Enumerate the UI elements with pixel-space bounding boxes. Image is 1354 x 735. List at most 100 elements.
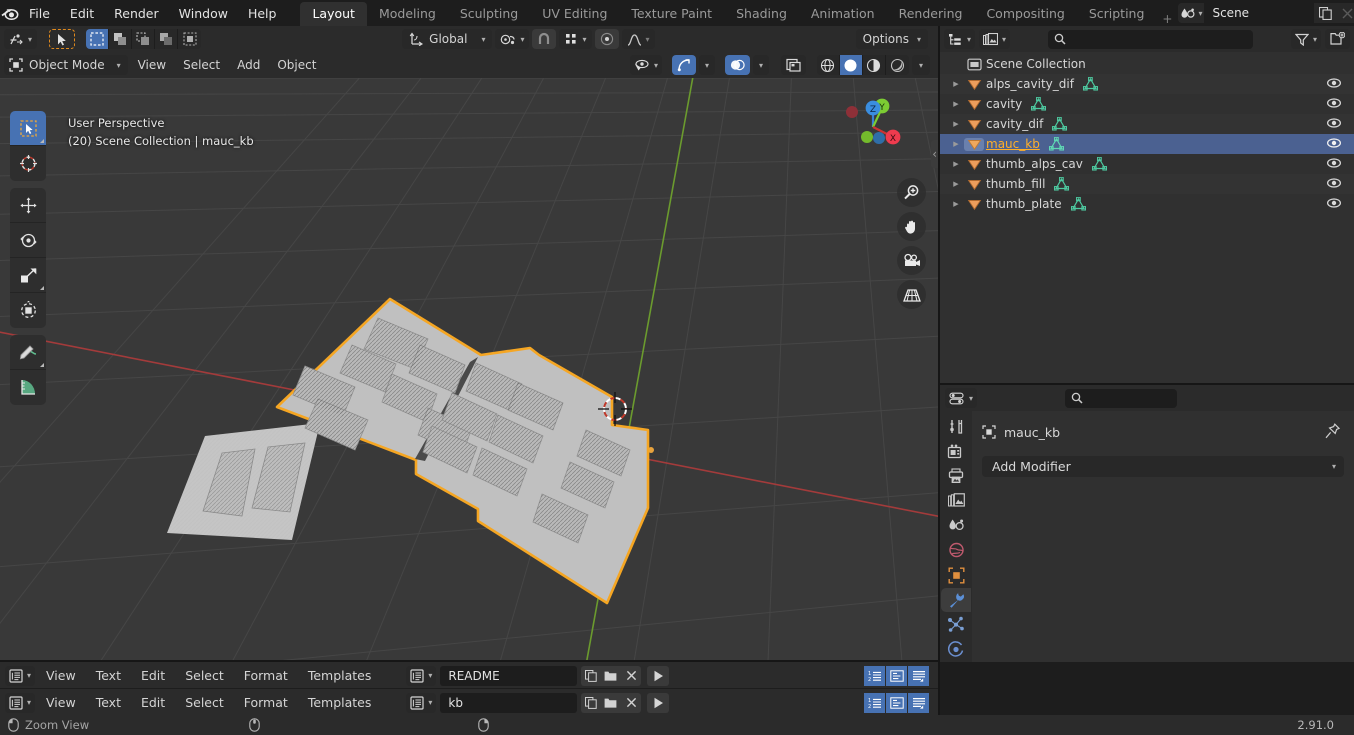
close-icon[interactable]	[1336, 3, 1354, 23]
viewport-menu-select[interactable]: Select	[176, 55, 227, 75]
text-editor-2-menu-templates[interactable]: Templates	[299, 693, 381, 713]
disclosure-triangle[interactable]: ▶	[948, 100, 964, 108]
tab-rendering[interactable]: Rendering	[887, 2, 975, 26]
move-tool-icon[interactable]	[10, 188, 46, 223]
tab-layout[interactable]: Layout	[300, 2, 367, 26]
select-difference-icon[interactable]	[178, 29, 202, 49]
text-editor-2-menu-view[interactable]: View	[37, 693, 85, 713]
menu-render[interactable]: Render	[104, 0, 169, 26]
visibility-eye-icon[interactable]	[1326, 136, 1342, 150]
tool-tab-icon[interactable]	[941, 415, 971, 439]
annotate-tool-icon[interactable]	[10, 335, 46, 370]
snap-increment-dropdown[interactable]: ▾	[559, 29, 592, 49]
text-editor-2-menu-text[interactable]: Text	[87, 693, 130, 713]
syntax-highlight-icon[interactable]	[908, 692, 929, 713]
viewport-menu-object[interactable]: Object	[270, 55, 323, 75]
mesh-data-icon[interactable]	[1052, 117, 1068, 131]
new-collection-icon[interactable]	[1325, 29, 1350, 49]
menu-help[interactable]: Help	[238, 0, 287, 26]
text-editor-1-filename[interactable]: README	[440, 665, 578, 686]
panel-divider-outliner-properties[interactable]	[940, 383, 1354, 385]
disclosure-triangle[interactable]: ▶	[948, 180, 964, 188]
viewport-options-dropdown[interactable]: Options ▾	[855, 29, 928, 49]
tab-compositing[interactable]: Compositing	[974, 2, 1076, 26]
blender-logo-icon[interactable]	[0, 0, 19, 26]
output-tab-icon[interactable]	[941, 464, 971, 488]
text-editor-1-menu-text[interactable]: Text	[87, 666, 130, 686]
toggle-xray-button[interactable]	[780, 55, 806, 75]
outliner-item-alps-cavity-dif[interactable]: ▶ alps_cavity_dif	[940, 74, 1354, 94]
add-workspace-button[interactable]: +	[1156, 12, 1178, 26]
solid-shading-icon[interactable]	[839, 55, 863, 75]
magnet-icon[interactable]	[532, 29, 557, 49]
menu-file[interactable]: File	[19, 0, 60, 26]
tab-texture-paint[interactable]: Texture Paint	[619, 2, 724, 26]
disclosure-triangle[interactable]: ▶	[948, 120, 964, 128]
camera-view-icon[interactable]	[897, 246, 926, 275]
duplicate-icon[interactable]	[581, 665, 602, 686]
select-mode-group[interactable]	[86, 29, 202, 49]
gizmo-toggle-button[interactable]	[671, 55, 696, 75]
visibility-eye-icon[interactable]	[1326, 96, 1342, 110]
tab-animation[interactable]: Animation	[799, 2, 887, 26]
select-subtract-icon[interactable]	[132, 29, 156, 49]
physics-tab-icon[interactable]	[941, 637, 971, 661]
disclosure-triangle[interactable]: ▶	[948, 140, 964, 148]
outliner-item-thumb-alps-cav[interactable]: ▶ thumb_alps_cav	[940, 154, 1354, 174]
mesh-data-icon[interactable]	[1091, 157, 1107, 171]
outliner-scene-collection-row[interactable]: Scene Collection	[940, 54, 1354, 74]
outliner-item-cavity-dif[interactable]: ▶ cavity_dif	[940, 114, 1354, 134]
overlays-dropdown[interactable]: ▾	[752, 55, 769, 75]
syntax-highlight-icon[interactable]	[908, 665, 929, 686]
tab-modeling[interactable]: Modeling	[367, 2, 448, 26]
text-editor-2-filename[interactable]: kb	[440, 692, 578, 713]
scene-selector[interactable]: ▾ Scene	[1178, 3, 1354, 23]
transform-tool-icon[interactable]	[10, 293, 46, 328]
text-editor-1-menu-view[interactable]: View	[37, 666, 85, 686]
object-tab-icon[interactable]	[941, 563, 971, 587]
word-wrap-icon[interactable]	[886, 665, 907, 686]
word-wrap-icon[interactable]	[886, 692, 907, 713]
viewport-navigation-gizmo[interactable]: Y Z X	[836, 90, 910, 164]
visibility-eye-icon[interactable]	[1326, 176, 1342, 190]
close-icon[interactable]	[621, 692, 642, 713]
panel-divider-vertical[interactable]	[938, 26, 940, 715]
scene-name[interactable]: Scene	[1204, 3, 1315, 23]
select-box-icon[interactable]	[86, 29, 110, 49]
viewport-menu-add[interactable]: Add	[230, 55, 267, 75]
mesh-data-icon[interactable]	[1082, 77, 1098, 91]
mesh-data-icon[interactable]	[1054, 177, 1070, 191]
outliner-item-mauc-kb[interactable]: ▶ mauc_kb	[940, 134, 1354, 154]
text-datablock-icon[interactable]: ▾	[406, 692, 437, 713]
overlays-toggle-button[interactable]	[724, 55, 750, 75]
outliner-item-thumb-plate[interactable]: ▶ thumb_plate	[940, 194, 1354, 214]
run-script-button[interactable]	[647, 692, 670, 713]
filter-funnel-icon[interactable]: ▾	[1290, 29, 1321, 49]
mesh-data-icon[interactable]	[1070, 197, 1086, 211]
object-mode-dropdown[interactable]: Object Mode ▾	[4, 55, 128, 75]
cursor-tool-icon[interactable]	[10, 146, 46, 181]
text-editor-2-menu-select[interactable]: Select	[176, 693, 233, 713]
duplicate-icon[interactable]	[581, 692, 602, 713]
panel-divider-viewport-text[interactable]	[0, 660, 938, 662]
pivot-point-dropdown[interactable]: ▾	[495, 29, 530, 49]
toggle-perspective-icon[interactable]	[897, 280, 926, 309]
mesh-data-icon[interactable]	[1031, 97, 1047, 111]
tab-scripting[interactable]: Scripting	[1077, 2, 1157, 26]
rendered-shading-icon[interactable]	[885, 55, 909, 75]
outliner-item-thumb-fill[interactable]: ▶ thumb_fill	[940, 174, 1354, 194]
view-layer-tab-icon[interactable]	[941, 489, 971, 513]
text-editor-1-menu-edit[interactable]: Edit	[132, 666, 174, 686]
text-editor-1-menu-select[interactable]: Select	[176, 666, 233, 686]
outliner-display-mode-icon[interactable]: ▾	[944, 29, 976, 49]
duplicate-icon[interactable]	[1314, 3, 1337, 23]
tab-sculpting[interactable]: Sculpting	[448, 2, 530, 26]
visibility-eye-icon[interactable]	[1326, 76, 1342, 90]
proportional-edit-icon[interactable]	[594, 29, 619, 49]
zoom-icon[interactable]	[897, 178, 926, 207]
text-editor-2-menu-edit[interactable]: Edit	[132, 693, 174, 713]
text-datablock-icon[interactable]: ▾	[406, 665, 437, 686]
folder-open-icon[interactable]	[601, 692, 622, 713]
line-numbers-icon[interactable]: 1 2	[864, 665, 885, 686]
visibility-eye-icon[interactable]	[1326, 156, 1342, 170]
